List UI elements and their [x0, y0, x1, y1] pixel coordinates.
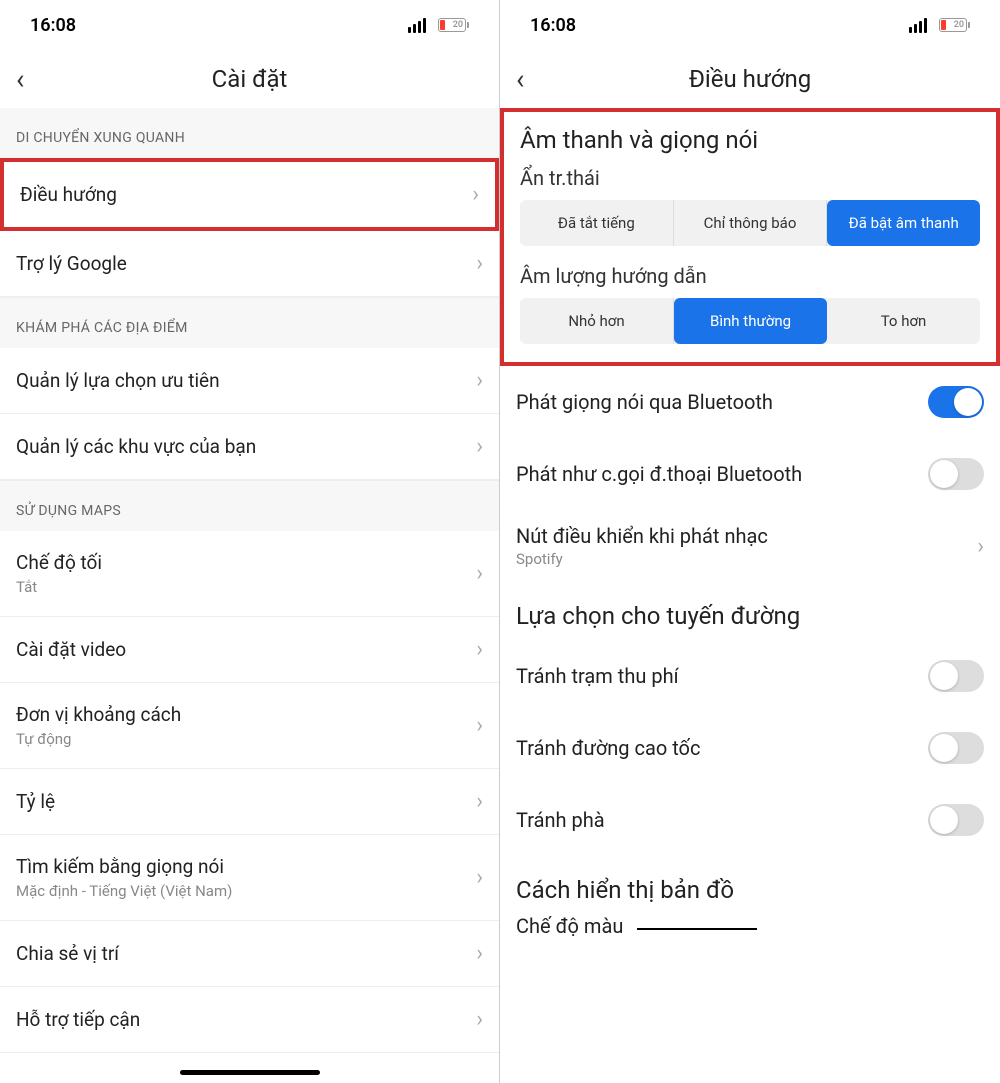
item-label: Trợ lý Google — [16, 252, 127, 275]
status-icons: 20 — [909, 15, 970, 36]
section-header: DI CHUYỂN XUNG QUANH — [0, 108, 499, 158]
status-time: 16:08 — [30, 15, 76, 36]
segment-louder[interactable]: To hơn — [827, 298, 980, 344]
chevron-right-icon: › — [476, 713, 483, 738]
location-sharing-item[interactable]: Chia sẻ vị trí › — [0, 921, 499, 987]
settings-list[interactable]: DI CHUYỂN XUNG QUANH Điều hướng › Trợ lý… — [0, 108, 499, 1083]
map-display-heading: Cách hiển thị bản đồ — [500, 856, 1000, 914]
signal-icon — [909, 18, 927, 33]
scale-item[interactable]: Tỷ lệ › — [0, 769, 499, 835]
toggle-label: Tránh phà — [516, 808, 605, 832]
volume-segmented-control: Nhỏ hơn Bình thường To hơn — [520, 298, 980, 344]
item-sublabel: Spotify — [516, 550, 768, 568]
music-control-item[interactable]: Nút điều khiển khi phát nhạc Spotify › — [500, 510, 1000, 582]
toggle-label: Phát như c.gọi đ.thoại Bluetooth — [516, 462, 802, 486]
bluetooth-call-row: Phát như c.gọi đ.thoại Bluetooth — [500, 438, 1000, 510]
dark-mode-item[interactable]: Chế độ tối Tắt › — [0, 531, 499, 617]
color-mode-row[interactable]: Chế độ màu — [500, 914, 1000, 948]
avoid-highways-toggle[interactable] — [928, 732, 984, 764]
segment-unmuted[interactable]: Đã bật âm thanh — [827, 200, 980, 246]
manage-areas-item[interactable]: Quản lý các khu vực của bạn › — [0, 414, 499, 480]
item-label: Tỷ lệ — [16, 790, 55, 813]
item-label: Quản lý các khu vực của bạn — [16, 435, 256, 458]
status-bar: 16:08 20 — [500, 0, 1000, 50]
home-indicator[interactable] — [180, 1070, 320, 1075]
section-header: SỬ DỤNG MAPS — [0, 480, 499, 531]
page-title: Điều hướng — [689, 65, 811, 93]
battery-icon: 20 — [939, 18, 970, 32]
avoid-ferries-row: Tránh phà — [500, 784, 1000, 856]
status-time: 16:08 — [530, 15, 576, 36]
nav-navigation-item[interactable]: Điều hướng › — [0, 158, 499, 231]
chevron-right-icon: › — [476, 1007, 483, 1032]
item-label: Tìm kiếm bằng giọng nói — [16, 855, 232, 878]
distance-units-item[interactable]: Đơn vị khoảng cách Tự động › — [0, 683, 499, 769]
status-icons: 20 — [408, 15, 469, 36]
item-label: Chế độ tối — [16, 551, 102, 574]
chevron-right-icon: › — [472, 182, 479, 207]
chevron-right-icon: › — [476, 865, 483, 890]
page-title: Cài đặt — [212, 65, 288, 93]
navigation-screen: 16:08 20 ‹ Điều hướng Âm thanh và giọng … — [500, 0, 1000, 1083]
item-sublabel: Tự động — [16, 730, 181, 748]
bluetooth-voice-toggle[interactable] — [928, 386, 984, 418]
chevron-right-icon: › — [476, 789, 483, 814]
battery-icon: 20 — [438, 18, 469, 32]
mute-segmented-control: Đã tắt tiếng Chỉ thông báo Đã bật âm tha… — [520, 200, 980, 246]
toggle-label: Phát giọng nói qua Bluetooth — [516, 390, 773, 414]
chevron-right-icon: › — [476, 941, 483, 966]
chevron-right-icon: › — [476, 561, 483, 586]
toggle-label: Tránh trạm thu phí — [516, 664, 679, 688]
preferences-item[interactable]: Quản lý lựa chọn ưu tiên › — [0, 348, 499, 414]
voice-search-item[interactable]: Tìm kiếm bằng giọng nói Mặc định - Tiếng… — [0, 835, 499, 921]
item-label: Hỗ trợ tiếp cận — [16, 1008, 140, 1031]
bluetooth-voice-row: Phát giọng nói qua Bluetooth — [500, 366, 1000, 438]
item-label: Điều hướng — [20, 183, 117, 206]
segment-softer[interactable]: Nhỏ hơn — [520, 298, 674, 344]
volume-label: Âm lượng hướng dẫn — [504, 260, 996, 298]
nav-header: ‹ Điều hướng — [500, 50, 1000, 108]
back-button[interactable]: ‹ — [516, 63, 524, 96]
chevron-right-icon: › — [476, 251, 483, 276]
back-button[interactable]: ‹ — [16, 63, 24, 96]
segment-muted[interactable]: Đã tắt tiếng — [520, 200, 674, 246]
item-label: Cài đặt video — [16, 638, 126, 661]
accessibility-item[interactable]: Hỗ trợ tiếp cận › — [0, 987, 499, 1053]
segment-alerts-only[interactable]: Chỉ thông báo — [674, 200, 828, 246]
segment-normal[interactable]: Bình thường — [674, 298, 827, 344]
sound-heading: Âm thanh và giọng nói — [504, 112, 996, 162]
nav-google-assistant-item[interactable]: Trợ lý Google › — [0, 231, 499, 297]
settings-screen: 16:08 20 ‹ Cài đặt DI CHUYỂN XUNG QUANH … — [0, 0, 500, 1083]
chevron-right-icon: › — [476, 368, 483, 393]
avoid-ferries-toggle[interactable] — [928, 804, 984, 836]
item-sublabel: Mặc định - Tiếng Việt (Việt Nam) — [16, 882, 232, 900]
chevron-right-icon: › — [476, 637, 483, 662]
signal-icon — [408, 18, 426, 33]
sound-voice-section: Âm thanh và giọng nói Ẩn tr.thái Đã tắt … — [500, 108, 1000, 366]
color-mode-label: Chế độ màu — [516, 914, 623, 938]
navigation-settings[interactable]: Âm thanh và giọng nói Ẩn tr.thái Đã tắt … — [500, 108, 1000, 1083]
status-time-group: 16:08 — [530, 15, 580, 36]
avoid-tolls-toggle[interactable] — [928, 660, 984, 692]
item-sublabel: Tắt — [16, 578, 102, 596]
item-label: Đơn vị khoảng cách — [16, 703, 181, 726]
item-label: Chia sẻ vị trí — [16, 942, 119, 965]
nav-header: ‹ Cài đặt — [0, 50, 499, 108]
color-mode-value-underline — [637, 928, 757, 930]
status-time-group: 16:08 — [30, 15, 80, 36]
item-label: Nút điều khiển khi phát nhạc — [516, 524, 768, 548]
avoid-highways-row: Tránh đường cao tốc — [500, 712, 1000, 784]
avoid-tolls-row: Tránh trạm thu phí — [500, 640, 1000, 712]
item-label: Quản lý lựa chọn ưu tiên — [16, 369, 220, 392]
section-header: KHÁM PHÁ CÁC ĐỊA ĐIỂM — [0, 297, 499, 348]
video-settings-item[interactable]: Cài đặt video › — [0, 617, 499, 683]
chevron-right-icon: › — [977, 534, 984, 559]
status-bar: 16:08 20 — [0, 0, 499, 50]
toggle-label: Tránh đường cao tốc — [516, 736, 700, 760]
bluetooth-call-toggle[interactable] — [928, 458, 984, 490]
route-options-heading: Lựa chọn cho tuyến đường — [500, 582, 1000, 640]
status-hide-label: Ẩn tr.thái — [504, 162, 996, 200]
chevron-right-icon: › — [476, 434, 483, 459]
